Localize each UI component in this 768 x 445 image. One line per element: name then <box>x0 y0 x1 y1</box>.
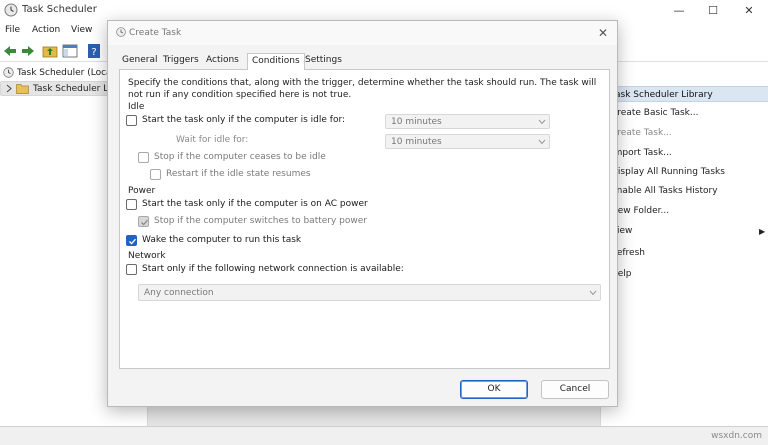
action-create-basic-task[interactable]: Create Basic Task... <box>611 108 698 118</box>
checkmark-icon <box>129 238 136 245</box>
section-power: Power <box>128 186 156 196</box>
checkbox-label: Stop if the computer switches to battery… <box>154 216 367 226</box>
menu-file[interactable]: File <box>5 25 20 35</box>
checkbox-box[interactable] <box>138 152 149 163</box>
checkbox-box[interactable] <box>150 169 161 180</box>
checkbox-box[interactable] <box>126 235 137 246</box>
actions-section-header[interactable]: Task Scheduler Library <box>601 86 768 102</box>
conditions-description: Specify the conditions that, along with … <box>128 78 597 100</box>
forward-arrow-icon[interactable] <box>20 43 36 59</box>
dialog-title-bar: Create Task ✕ <box>108 21 617 45</box>
help-icon[interactable]: ? <box>86 43 102 59</box>
main-title-bar: Task Scheduler — ☐ ✕ <box>0 0 768 20</box>
folder-icon <box>16 83 29 95</box>
tab-conditions[interactable]: Conditions <box>247 53 305 70</box>
actions-pane: Task Scheduler Library Create Basic Task… <box>600 62 768 426</box>
status-bar: wsxdn.com <box>0 426 768 445</box>
checkbox-box[interactable] <box>138 216 149 227</box>
checkbox-box[interactable] <box>126 264 137 275</box>
chevron-right-icon[interactable] <box>6 84 13 95</box>
idle-duration-select[interactable]: 10 minutes <box>385 114 550 129</box>
section-network: Network <box>128 251 166 261</box>
close-button[interactable]: ✕ <box>732 0 766 20</box>
action-import-task[interactable]: Import Task... <box>611 148 672 158</box>
action-display-running-tasks[interactable]: Display All Running Tasks <box>611 167 725 177</box>
create-task-dialog: Create Task ✕ General Triggers Actions C… <box>107 20 618 407</box>
action-enable-tasks-history[interactable]: Enable All Tasks History <box>611 186 718 196</box>
checkbox-label: Wake the computer to run this task <box>142 235 302 245</box>
submenu-arrow-icon: ▶ <box>759 227 766 236</box>
tree-item-label: Task Scheduler (Local) <box>17 68 118 78</box>
select-value: 10 minutes <box>391 137 442 147</box>
tab-triggers[interactable]: Triggers <box>163 55 199 65</box>
checkbox-box[interactable] <box>126 199 137 210</box>
ok-button[interactable]: OK <box>460 380 528 399</box>
tab-general[interactable]: General <box>122 55 157 65</box>
checkbox-box[interactable] <box>126 115 137 126</box>
checkbox-label: Start the task only if the computer is o… <box>142 199 368 209</box>
cancel-button[interactable]: Cancel <box>541 380 609 399</box>
checkbox-label: Start only if the following network conn… <box>142 264 404 274</box>
dialog-close-button[interactable]: ✕ <box>595 25 611 41</box>
checkmark-icon <box>141 219 148 226</box>
tab-actions[interactable]: Actions <box>206 55 239 65</box>
chevron-down-icon <box>538 118 546 128</box>
tab-settings[interactable]: Settings <box>305 55 342 65</box>
menu-view[interactable]: View <box>71 25 92 35</box>
minimize-button[interactable]: — <box>662 0 696 20</box>
chevron-down-icon <box>538 138 546 148</box>
conditions-panel: Specify the conditions that, along with … <box>119 69 610 369</box>
checkbox-label: Stop if the computer ceases to be idle <box>154 152 326 162</box>
menu-action[interactable]: Action <box>32 25 60 35</box>
select-value: Any connection <box>144 288 214 298</box>
select-value: 10 minutes <box>391 117 442 127</box>
watermark: wsxdn.com <box>711 431 762 441</box>
dialog-title: Create Task <box>129 28 182 38</box>
wait-for-idle-label: Wait for idle for: <box>176 135 249 145</box>
main-window-title: Task Scheduler <box>22 4 97 15</box>
checkbox-label: Restart if the idle state resumes <box>166 169 311 179</box>
back-arrow-icon[interactable] <box>2 43 18 59</box>
action-new-folder[interactable]: New Folder... <box>611 206 669 216</box>
show-hide-tree-icon[interactable] <box>62 43 78 59</box>
clock-icon <box>3 67 14 80</box>
horizontal-scrollbar[interactable] <box>148 404 600 426</box>
maximize-button[interactable]: ☐ <box>696 0 730 20</box>
checkbox-label: Start the task only if the computer is i… <box>142 115 346 125</box>
clock-icon <box>4 3 18 20</box>
actions-header-label: Task Scheduler Library <box>611 90 713 100</box>
chevron-down-icon <box>589 289 597 299</box>
svg-text:?: ? <box>91 47 96 58</box>
network-connection-select[interactable]: Any connection <box>138 284 601 301</box>
wait-for-idle-select[interactable]: 10 minutes <box>385 134 550 149</box>
up-folder-icon[interactable] <box>42 43 58 59</box>
clock-icon <box>116 27 126 40</box>
section-idle: Idle <box>128 102 145 112</box>
action-create-task[interactable]: Create Task... <box>611 128 672 138</box>
